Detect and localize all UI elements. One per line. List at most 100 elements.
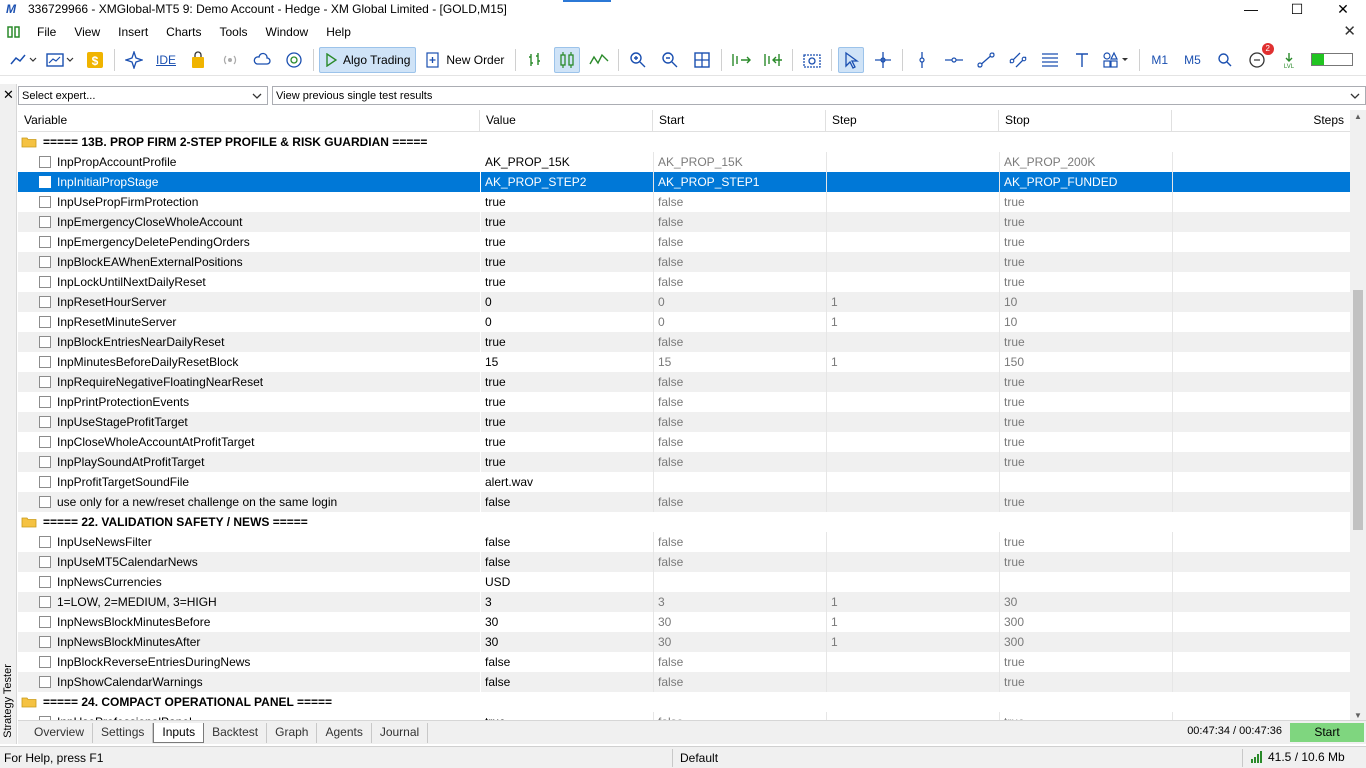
stop-cell[interactable]: 30: [999, 592, 1172, 612]
close-chart-button[interactable]: ✕: [1343, 20, 1356, 44]
value-cell[interactable]: true: [480, 192, 653, 212]
menu-help[interactable]: Help: [317, 20, 360, 44]
group-row[interactable]: ===== 13B. PROP FIRM 2-STEP PROFILE & RI…: [18, 132, 1350, 152]
step-cell[interactable]: [826, 652, 999, 672]
stop-cell[interactable]: true: [999, 492, 1172, 512]
start-cell[interactable]: false: [653, 532, 826, 552]
bar-chart-button[interactable]: [522, 47, 548, 73]
optimize-checkbox[interactable]: [39, 396, 51, 408]
optimize-checkbox[interactable]: [39, 616, 51, 628]
value-cell[interactable]: false: [480, 532, 653, 552]
stop-cell[interactable]: true: [999, 372, 1172, 392]
tile-windows-button[interactable]: [689, 47, 715, 73]
table-row[interactable]: InpBlockReverseEntriesDuringNews false fal…: [18, 652, 1350, 672]
table-row[interactable]: InpLockUntilNextDailyReset true false true: [18, 272, 1350, 292]
menu-file[interactable]: File: [28, 20, 65, 44]
step-cell[interactable]: 1: [826, 632, 999, 652]
value-cell[interactable]: 30: [480, 632, 653, 652]
step-cell[interactable]: 1: [826, 352, 999, 372]
table-row[interactable]: InpResetMinuteServer 0 0 1 10: [18, 312, 1350, 332]
step-cell[interactable]: [826, 152, 999, 172]
step-cell[interactable]: 1: [826, 312, 999, 332]
zoom-out-button[interactable]: [657, 47, 683, 73]
start-cell[interactable]: 30: [653, 612, 826, 632]
value-cell[interactable]: false: [480, 492, 653, 512]
table-row[interactable]: InpEmergencyCloseWholeAccount true false tr…: [18, 212, 1350, 232]
value-cell[interactable]: true: [480, 232, 653, 252]
value-cell[interactable]: AK_PROP_STEP2: [480, 172, 653, 192]
start-cell[interactable]: false: [653, 372, 826, 392]
table-row[interactable]: InpUseStageProfitTarget true false true: [18, 412, 1350, 432]
stop-cell[interactable]: true: [999, 552, 1172, 572]
tab-journal[interactable]: Journal: [372, 722, 429, 743]
table-row[interactable]: InpProfitTargetSoundFile alert.wav: [18, 472, 1350, 492]
value-cell[interactable]: true: [480, 272, 653, 292]
vertical-line-button[interactable]: [909, 47, 935, 73]
value-cell[interactable]: true: [480, 412, 653, 432]
optimize-checkbox[interactable]: [39, 476, 51, 488]
table-row[interactable]: InpPrintProtectionEvents true false true: [18, 392, 1350, 412]
column-header-value[interactable]: Value: [480, 110, 653, 132]
value-cell[interactable]: true: [480, 212, 653, 232]
search-button[interactable]: [1212, 47, 1238, 73]
market-watch-button[interactable]: [281, 47, 307, 73]
optimize-checkbox[interactable]: [39, 176, 51, 188]
start-cell[interactable]: 30: [653, 632, 826, 652]
value-cell[interactable]: true: [480, 252, 653, 272]
step-cell[interactable]: [826, 192, 999, 212]
step-cell[interactable]: [826, 532, 999, 552]
tab-overview[interactable]: Overview: [26, 722, 94, 743]
vps-button[interactable]: [249, 47, 275, 73]
optimize-checkbox[interactable]: [39, 636, 51, 648]
close-tester-button[interactable]: ✕: [3, 88, 14, 101]
maximize-button[interactable]: ☐: [1274, 0, 1320, 18]
menu-tools[interactable]: Tools: [211, 20, 257, 44]
scroll-up-icon[interactable]: ▲: [1354, 112, 1362, 121]
stop-cell[interactable]: AK_PROP_200K: [999, 152, 1172, 172]
results-select[interactable]: View previous single test results: [272, 86, 1366, 105]
start-cell[interactable]: false: [653, 392, 826, 412]
optimize-checkbox[interactable]: [39, 356, 51, 368]
value-cell[interactable]: false: [480, 652, 653, 672]
stop-cell[interactable]: true: [999, 252, 1172, 272]
stop-cell[interactable]: true: [999, 452, 1172, 472]
optimize-checkbox[interactable]: [39, 676, 51, 688]
line-button[interactable]: [586, 47, 612, 73]
fibonacci-button[interactable]: [1037, 47, 1063, 73]
value-cell[interactable]: 0: [480, 312, 653, 332]
value-cell[interactable]: 0: [480, 292, 653, 312]
expert-select[interactable]: Select expert...: [18, 86, 268, 105]
step-cell[interactable]: [826, 672, 999, 692]
tab-backtest[interactable]: Backtest: [204, 722, 268, 743]
stop-cell[interactable]: true: [999, 432, 1172, 452]
step-cell[interactable]: [826, 372, 999, 392]
optimize-checkbox[interactable]: [39, 196, 51, 208]
start-cell[interactable]: false: [653, 212, 826, 232]
start-cell[interactable]: AK_PROP_15K: [653, 152, 826, 172]
value-cell[interactable]: false: [480, 672, 653, 692]
start-cell[interactable]: AK_PROP_STEP1: [653, 172, 826, 192]
close-window-button[interactable]: ✕: [1320, 0, 1366, 18]
stop-cell[interactable]: true: [999, 412, 1172, 432]
vertical-scrollbar[interactable]: ▲ ▼: [1350, 110, 1366, 722]
stop-cell[interactable]: true: [999, 272, 1172, 292]
optimize-checkbox[interactable]: [39, 416, 51, 428]
ide-button[interactable]: IDE: [153, 47, 179, 73]
column-header-start[interactable]: Start: [653, 110, 826, 132]
optimize-checkbox[interactable]: [39, 456, 51, 468]
stop-cell[interactable]: 150: [999, 352, 1172, 372]
step-cell[interactable]: [826, 472, 999, 492]
tab-inputs[interactable]: Inputs: [153, 722, 205, 743]
optimize-checkbox[interactable]: [39, 276, 51, 288]
optimize-checkbox[interactable]: [39, 536, 51, 548]
step-cell[interactable]: [826, 412, 999, 432]
table-row[interactable]: InpEmergencyDeletePendingOrders true false…: [18, 232, 1350, 252]
tab-graph[interactable]: Graph: [267, 722, 318, 743]
auto-scroll-button[interactable]: [728, 47, 754, 73]
value-cell[interactable]: alert.wav: [480, 472, 653, 492]
cursor-button[interactable]: [838, 46, 865, 73]
step-cell[interactable]: [826, 172, 999, 192]
table-row[interactable]: InpMinutesBeforeDailyResetBlock 15 15 1 150: [18, 352, 1350, 372]
optimize-checkbox[interactable]: [39, 576, 51, 588]
value-cell[interactable]: 30: [480, 612, 653, 632]
